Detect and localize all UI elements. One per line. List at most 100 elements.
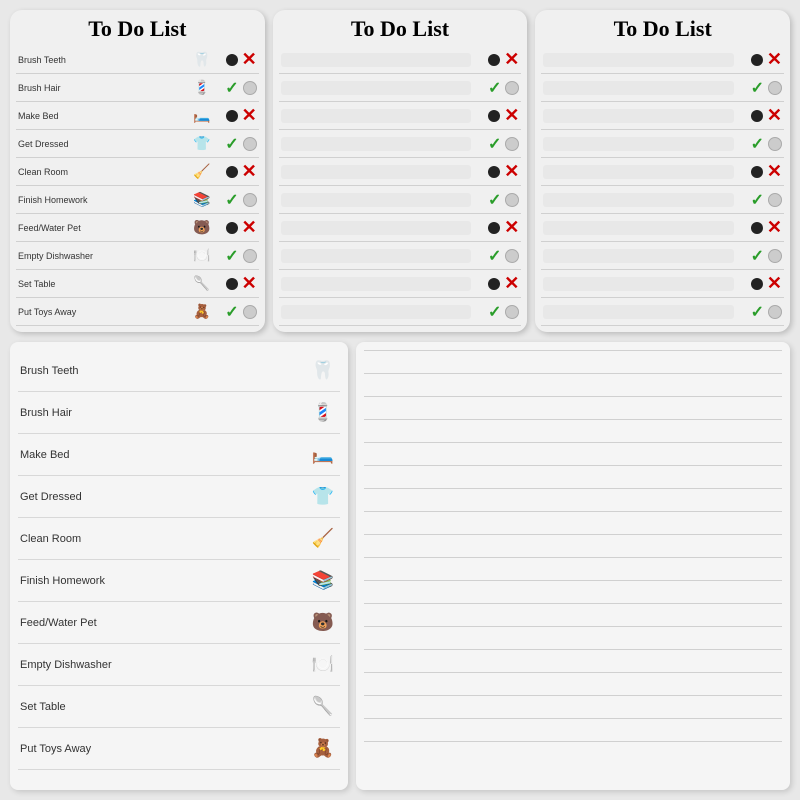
status-cross[interactable]: ✕ <box>242 161 257 182</box>
status-area[interactable]: ✓ <box>738 78 782 98</box>
status-area[interactable]: ✕ <box>738 273 782 294</box>
status-area[interactable]: ✓ <box>738 190 782 210</box>
status-dot[interactable] <box>226 54 238 66</box>
status-cross[interactable]: ✕ <box>767 273 782 294</box>
status-cross[interactable]: ✕ <box>242 273 257 294</box>
status-area[interactable]: ✓ <box>213 190 257 210</box>
status-dot-light[interactable] <box>505 81 519 95</box>
status-dot[interactable] <box>751 278 763 290</box>
status-check[interactable]: ✓ <box>225 302 238 322</box>
status-dot-light[interactable] <box>243 137 257 151</box>
status-cross[interactable]: ✕ <box>504 161 519 182</box>
status-dot[interactable] <box>751 110 763 122</box>
status-dot-light[interactable] <box>768 81 782 95</box>
status-cross[interactable]: ✕ <box>242 49 257 70</box>
status-area[interactable]: ✓ <box>213 302 257 322</box>
status-area[interactable]: ✓ <box>213 78 257 98</box>
status-area[interactable]: ✓ <box>475 134 519 154</box>
status-dot-light[interactable] <box>243 81 257 95</box>
status-check[interactable]: ✓ <box>488 302 501 322</box>
status-dot-light[interactable] <box>243 249 257 263</box>
status-dot[interactable] <box>488 278 500 290</box>
status-cross[interactable]: ✕ <box>504 217 519 238</box>
status-dot-light[interactable] <box>768 305 782 319</box>
status-check[interactable]: ✓ <box>225 134 238 154</box>
status-cross[interactable]: ✕ <box>767 217 782 238</box>
status-area[interactable]: ✓ <box>738 302 782 322</box>
status-dot[interactable] <box>488 110 500 122</box>
task-row: ✓ <box>541 242 784 270</box>
status-cross[interactable]: ✕ <box>242 217 257 238</box>
status-area[interactable]: ✓ <box>213 246 257 266</box>
status-dot-light[interactable] <box>505 193 519 207</box>
status-cross[interactable]: ✕ <box>504 105 519 126</box>
status-dot[interactable] <box>751 166 763 178</box>
status-check[interactable]: ✓ <box>225 190 238 210</box>
task-row: ✕ <box>279 214 522 242</box>
status-cross[interactable]: ✕ <box>767 161 782 182</box>
status-area[interactable]: ✕ <box>213 217 257 238</box>
status-area[interactable]: ✓ <box>475 78 519 98</box>
status-check[interactable]: ✓ <box>751 246 764 266</box>
status-check[interactable]: ✓ <box>488 78 501 98</box>
task-icon: 🍽️ <box>191 245 213 267</box>
status-dot-light[interactable] <box>768 249 782 263</box>
status-cross[interactable]: ✕ <box>767 49 782 70</box>
status-area[interactable]: ✕ <box>738 217 782 238</box>
status-area[interactable]: ✓ <box>475 190 519 210</box>
status-area[interactable]: ✕ <box>213 273 257 294</box>
status-dot[interactable] <box>488 54 500 66</box>
status-dot[interactable] <box>751 54 763 66</box>
list-task-label: Brush Hair <box>20 407 308 419</box>
status-dot[interactable] <box>226 110 238 122</box>
status-dot[interactable] <box>488 166 500 178</box>
board-1-title: To Do List <box>16 16 259 42</box>
status-area[interactable]: ✕ <box>475 105 519 126</box>
status-cross[interactable]: ✕ <box>767 105 782 126</box>
status-area[interactable]: ✓ <box>475 246 519 266</box>
status-area[interactable]: ✕ <box>738 105 782 126</box>
status-area[interactable]: ✓ <box>475 302 519 322</box>
status-area[interactable]: ✕ <box>738 49 782 70</box>
blank-label <box>543 53 734 67</box>
status-dot-light[interactable] <box>505 249 519 263</box>
status-check[interactable]: ✓ <box>751 78 764 98</box>
list-task-icon: 🧹 <box>308 524 338 554</box>
status-dot[interactable] <box>226 166 238 178</box>
status-area[interactable]: ✕ <box>475 161 519 182</box>
list-task-label: Empty Dishwasher <box>20 659 308 671</box>
status-check[interactable]: ✓ <box>751 134 764 154</box>
status-dot-light[interactable] <box>768 193 782 207</box>
status-area[interactable]: ✕ <box>738 161 782 182</box>
status-area[interactable]: ✓ <box>213 134 257 154</box>
status-cross[interactable]: ✕ <box>242 105 257 126</box>
status-dot-light[interactable] <box>243 193 257 207</box>
status-check[interactable]: ✓ <box>488 190 501 210</box>
status-cross[interactable]: ✕ <box>504 49 519 70</box>
status-dot[interactable] <box>226 278 238 290</box>
status-check[interactable]: ✓ <box>488 246 501 266</box>
status-dot[interactable] <box>226 222 238 234</box>
status-area[interactable]: ✕ <box>475 273 519 294</box>
status-area[interactable]: ✕ <box>213 49 257 70</box>
status-area[interactable]: ✕ <box>475 49 519 70</box>
status-check[interactable]: ✓ <box>488 134 501 154</box>
status-check[interactable]: ✓ <box>225 78 238 98</box>
status-dot-light[interactable] <box>243 305 257 319</box>
status-area[interactable]: ✕ <box>213 161 257 182</box>
status-dot[interactable] <box>488 222 500 234</box>
status-dot[interactable] <box>751 222 763 234</box>
status-check[interactable]: ✓ <box>225 246 238 266</box>
status-area[interactable]: ✕ <box>475 217 519 238</box>
status-check[interactable]: ✓ <box>751 302 764 322</box>
status-area[interactable]: ✓ <box>738 246 782 266</box>
status-dot-light[interactable] <box>768 137 782 151</box>
status-cross[interactable]: ✕ <box>504 273 519 294</box>
blank-label <box>281 137 472 151</box>
task-icon: 🧹 <box>191 161 213 183</box>
status-area[interactable]: ✓ <box>738 134 782 154</box>
status-check[interactable]: ✓ <box>751 190 764 210</box>
status-dot-light[interactable] <box>505 137 519 151</box>
status-area[interactable]: ✕ <box>213 105 257 126</box>
status-dot-light[interactable] <box>505 305 519 319</box>
